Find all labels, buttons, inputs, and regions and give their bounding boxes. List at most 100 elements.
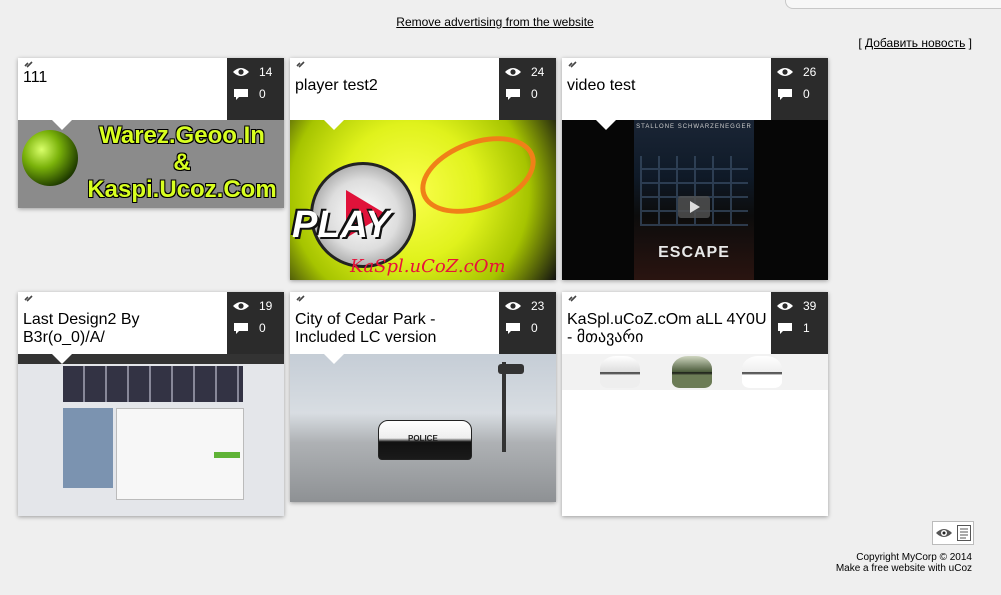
comment-icon [234,88,248,100]
video-play-icon[interactable] [678,196,710,218]
comments-row: 0 [505,87,538,101]
text-view-icon[interactable] [956,525,971,541]
swirl-decoration [409,121,547,229]
link-icon [24,295,33,302]
play-banner: PLAY KaSpl.uCoZ.cOm [290,120,556,280]
card-header: 111 14 0 [18,58,284,120]
add-news-bracket-close: ] [965,36,972,50]
escape-poster: STALLONE SCHWARZENEGGER ESCAPE [562,120,828,280]
comments-count: 1 [803,321,810,335]
news-card[interactable]: Last Design2 By B3r(o_0)/A/ 19 0 [18,292,284,516]
card-title[interactable]: 111 [23,69,223,87]
news-card[interactable]: 111 14 0 Warez.Geoo.In & Kaspi.Ucoz.Com [18,58,284,208]
link-icon [296,295,305,302]
comments-count: 0 [259,321,266,335]
card-thumbnail[interactable]: PLAY KaSpl.uCoZ.cOm [290,120,556,280]
comments-count: 0 [259,87,266,101]
card-thumbnail[interactable]: POLICE [290,354,556,502]
views-row: 19 [233,299,272,313]
police-car-image: POLICE [290,354,556,502]
comments-count: 0 [531,321,538,335]
warez-banner: Warez.Geoo.In & Kaspi.Ucoz.Com [18,120,284,208]
poster-title: ESCAPE [658,244,730,261]
card-stats: 24 0 [499,58,556,120]
copyright-text: Copyright MyCorp © 2014 [856,552,972,563]
card-thumbnail[interactable]: Warez.Geoo.In & Kaspi.Ucoz.Com [18,120,284,208]
news-card[interactable]: video test 26 0 STALLONE SCHWARZENEGGER … [562,58,828,280]
comment-icon [778,322,792,334]
card-header: player test2 24 0 [290,58,556,120]
eye-icon [505,302,521,310]
comments-count: 0 [803,87,810,101]
card-thumbnail[interactable] [562,354,828,390]
add-news-link[interactable]: Добавить новость [865,36,965,50]
card-title[interactable]: City of Cedar Park - Included LC version [295,311,495,347]
screenshot-button [214,452,240,458]
link-icon [568,295,577,302]
card-title[interactable]: Last Design2 By B3r(o_0)/A/ [23,311,223,347]
preview-eye-icon[interactable] [935,527,952,539]
comment-icon [506,88,520,100]
helmet-stormtrooper [742,356,782,388]
screenshot-sidebar [63,408,113,488]
police-label: POLICE [408,434,438,443]
globe-icon [22,130,78,186]
eye-icon [233,68,249,76]
news-card[interactable]: City of Cedar Park - Included LC version… [290,292,556,502]
card-stats: 23 0 [499,292,556,354]
news-card[interactable]: KaSpl.uCoZ.cOm aLL 4Y0U - მთავარი 39 1 [562,292,828,516]
banner-text: PLAY [292,204,391,246]
poster-actors: STALLONE SCHWARZENEGGER [636,124,752,130]
banner-text: Warez.Geoo.In & Kaspi.Ucoz.Com [87,122,277,203]
comments-row: 0 [233,321,266,335]
comments-row: 0 [505,321,538,335]
remove-advertising-link[interactable]: Remove advertising from the website [0,15,990,29]
views-row: 24 [505,65,544,79]
traffic-light [498,364,524,374]
page-footer: Copyright MyCorp © 2014 Make a free webs… [836,552,972,574]
news-card[interactable]: player test2 24 0 PLAY KaSpl.uCoZ.cOm [290,58,556,280]
views-count: 39 [803,299,817,313]
thumbnail-notch [323,120,345,130]
views-count: 23 [531,299,545,313]
card-header: City of Cedar Park - Included LC version… [290,292,556,354]
card-thumbnail[interactable]: STALLONE SCHWARZENEGGER ESCAPE [562,120,828,280]
views-row: 23 [505,299,544,313]
card-title[interactable]: player test2 [295,77,495,95]
eye-icon [233,302,249,310]
add-news-wrapper: [ Добавить новость ] [858,36,972,50]
views-row: 14 [233,65,272,79]
views-count: 24 [531,65,545,79]
banner-signature: KaSpl.uCoZ.cOm [350,256,506,277]
views-count: 14 [259,65,273,79]
helmet-white [600,356,640,388]
helmet-green [672,356,712,388]
comment-icon [234,322,248,334]
eye-icon [777,68,793,76]
comment-icon [778,88,792,100]
comment-icon [506,322,520,334]
card-stats: 39 1 [771,292,828,354]
card-stats: 19 0 [227,292,284,354]
card-title[interactable]: KaSpl.uCoZ.cOm aLL 4Y0U - მთავარი [567,311,767,347]
eye-icon [777,302,793,310]
card-title[interactable]: video test [567,77,767,95]
views-count: 19 [259,299,273,313]
thumbnail-notch [595,120,617,130]
link-icon [24,61,33,68]
link-icon [568,61,577,68]
card-header: video test 26 0 [562,58,828,120]
screenshot-film-strip [63,366,243,402]
comments-row: 0 [233,87,266,101]
clone-helmets-image [562,354,828,390]
thumbnail-notch [51,120,73,130]
views-row: 39 [777,299,816,313]
views-row: 26 [777,65,816,79]
design-screenshot [18,354,284,516]
card-thumbnail[interactable] [18,354,284,516]
thumbnail-notch [51,354,73,364]
card-header: Last Design2 By B3r(o_0)/A/ 19 0 [18,292,284,354]
top-decoration [785,0,1001,9]
card-stats: 14 0 [227,58,284,120]
card-stats: 26 0 [771,58,828,120]
